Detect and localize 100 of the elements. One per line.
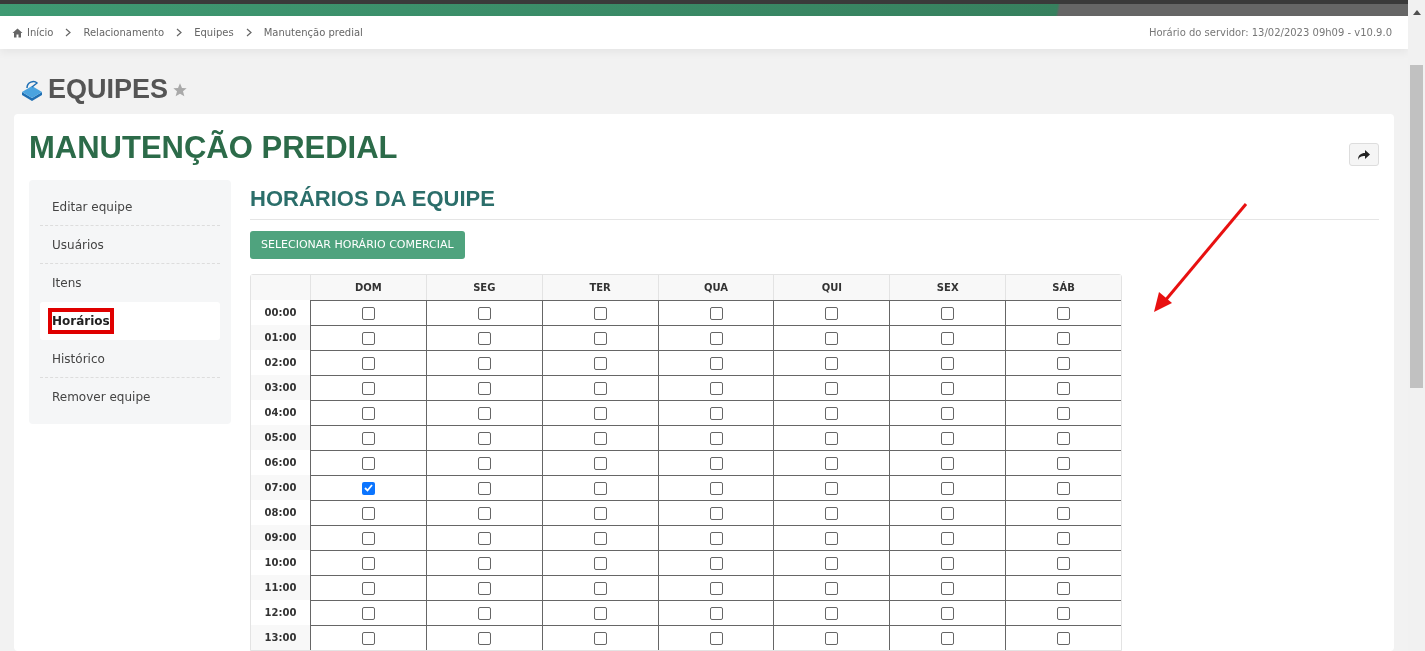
checkbox[interactable]: [941, 331, 955, 345]
checkbox[interactable]: [477, 631, 491, 645]
checkbox[interactable]: [593, 581, 607, 595]
checkbox[interactable]: [477, 531, 491, 545]
sidebar-item[interactable]: Histórico: [40, 340, 220, 378]
checkbox[interactable]: [825, 556, 839, 570]
checkbox[interactable]: [941, 506, 955, 520]
checkbox[interactable]: [1057, 506, 1071, 520]
checkbox[interactable]: [941, 481, 955, 495]
breadcrumb-link[interactable]: Relacionamento: [83, 25, 165, 41]
scroll-thumb[interactable]: [1410, 65, 1423, 388]
checkbox[interactable]: [709, 431, 723, 445]
checkbox[interactable]: [1057, 306, 1071, 320]
checkbox[interactable]: [1057, 531, 1071, 545]
checkbox[interactable]: [941, 606, 955, 620]
checkbox[interactable]: [709, 356, 723, 370]
scroll-up-icon[interactable]: [1412, 10, 1421, 15]
checkbox[interactable]: [477, 506, 491, 520]
checkbox[interactable]: [593, 556, 607, 570]
checkbox[interactable]: [941, 556, 955, 570]
checkbox[interactable]: [593, 431, 607, 445]
checkbox[interactable]: [1057, 406, 1071, 420]
sidebar-item[interactable]: Horários: [40, 302, 220, 340]
checkbox[interactable]: [477, 431, 491, 445]
checkbox[interactable]: [941, 356, 955, 370]
checkbox[interactable]: [941, 406, 955, 420]
checkbox[interactable]: [709, 606, 723, 620]
checkbox[interactable]: [477, 356, 491, 370]
favorite-star-icon[interactable]: [172, 81, 189, 98]
checkbox[interactable]: [361, 406, 375, 420]
checkbox[interactable]: [709, 631, 723, 645]
checkbox[interactable]: [1057, 331, 1071, 345]
checkbox[interactable]: [709, 306, 723, 320]
checkbox[interactable]: [941, 456, 955, 470]
checkbox[interactable]: [941, 431, 955, 445]
checkbox[interactable]: [825, 581, 839, 595]
checkbox[interactable]: [1057, 481, 1071, 495]
checkbox[interactable]: [477, 606, 491, 620]
sidebar-item[interactable]: Remover equipe: [40, 378, 220, 416]
checkbox[interactable]: [1057, 581, 1071, 595]
breadcrumb-link[interactable]: Equipes: [194, 25, 234, 41]
checkbox[interactable]: [941, 531, 955, 545]
checkbox[interactable]: [361, 431, 375, 445]
checkbox[interactable]: [941, 581, 955, 595]
checkbox[interactable]: [361, 456, 375, 470]
checkbox[interactable]: [1057, 456, 1071, 470]
checkbox[interactable]: [709, 581, 723, 595]
checkbox[interactable]: [825, 431, 839, 445]
checkbox[interactable]: [593, 381, 607, 395]
checkbox[interactable]: [593, 606, 607, 620]
checkbox[interactable]: [477, 331, 491, 345]
checkbox[interactable]: [477, 381, 491, 395]
checkbox[interactable]: [593, 406, 607, 420]
checkbox[interactable]: [825, 381, 839, 395]
breadcrumb-link[interactable]: Início: [12, 25, 54, 41]
checkbox[interactable]: [709, 531, 723, 545]
checkbox[interactable]: [477, 456, 491, 470]
checkbox[interactable]: [361, 381, 375, 395]
checkbox[interactable]: [825, 531, 839, 545]
checkbox[interactable]: [361, 531, 375, 545]
sidebar-item[interactable]: Usuários: [40, 226, 220, 264]
checkbox[interactable]: [361, 606, 375, 620]
checkbox[interactable]: [941, 306, 955, 320]
checkbox[interactable]: [361, 356, 375, 370]
checkbox[interactable]: [825, 631, 839, 645]
checkbox[interactable]: [941, 381, 955, 395]
checkbox[interactable]: [825, 606, 839, 620]
checkbox[interactable]: [477, 306, 491, 320]
checkbox[interactable]: [1057, 631, 1071, 645]
checkbox[interactable]: [825, 456, 839, 470]
checkbox[interactable]: [941, 631, 955, 645]
checkbox[interactable]: [1057, 556, 1071, 570]
checkbox[interactable]: [361, 506, 375, 520]
checkbox[interactable]: [593, 481, 607, 495]
checkbox[interactable]: [361, 556, 375, 570]
checkbox[interactable]: [477, 406, 491, 420]
checkbox[interactable]: [825, 506, 839, 520]
checkbox[interactable]: [593, 456, 607, 470]
checkbox[interactable]: [1057, 431, 1071, 445]
sidebar-item[interactable]: Editar equipe: [40, 188, 220, 226]
checkbox[interactable]: [477, 556, 491, 570]
checkbox[interactable]: [825, 306, 839, 320]
checkbox[interactable]: [709, 406, 723, 420]
checkbox[interactable]: [361, 306, 375, 320]
checkbox[interactable]: [825, 481, 839, 495]
checkbox[interactable]: [477, 481, 491, 495]
sidebar-item[interactable]: Itens: [40, 264, 220, 302]
checkbox[interactable]: [593, 631, 607, 645]
checkbox[interactable]: [361, 481, 375, 495]
checkbox[interactable]: [709, 556, 723, 570]
checkbox[interactable]: [593, 506, 607, 520]
checkbox[interactable]: [1057, 606, 1071, 620]
checkbox[interactable]: [709, 381, 723, 395]
checkbox[interactable]: [825, 406, 839, 420]
checkbox[interactable]: [361, 631, 375, 645]
checkbox[interactable]: [825, 356, 839, 370]
checkbox[interactable]: [593, 306, 607, 320]
checkbox[interactable]: [825, 331, 839, 345]
checkbox[interactable]: [593, 531, 607, 545]
checkbox[interactable]: [709, 481, 723, 495]
